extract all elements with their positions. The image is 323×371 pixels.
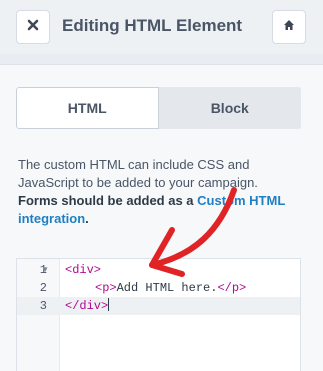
text-cursor (108, 298, 110, 311)
code-content: </div> (65, 297, 110, 315)
code-content: <div> (65, 261, 101, 279)
header-title: Editing HTML Element (62, 16, 243, 35)
description-bold: Forms should be added as a (18, 193, 194, 208)
tab-html[interactable]: HTML (16, 87, 159, 129)
code-line[interactable]: 2 <p>Add HTML here.</p> (17, 279, 300, 297)
tab-block[interactable]: Block (158, 87, 301, 129)
code-tag: </p> (217, 281, 247, 295)
code-editor[interactable]: 1 ▾ <div> 2 <p>Add HTML here.</p> 3 </di… (16, 258, 301, 371)
editor-header: Editing HTML Element (0, 0, 323, 54)
close-icon (27, 18, 39, 36)
code-text: Add HTML here. (116, 281, 218, 295)
code-line-active[interactable]: 3 </div> (17, 297, 300, 315)
code-line[interactable]: 1 ▾ <div> (17, 261, 300, 279)
fold-arrow-icon[interactable]: ▾ (43, 261, 48, 279)
mode-tabs: HTML Block (16, 87, 301, 129)
element-settings-panel: HTML Block The custom HTML can include C… (0, 64, 323, 371)
description-line2: JavaScript to be added to your campaign. (18, 175, 258, 190)
line-number: 3 (39, 299, 47, 313)
code-tag: <div> (65, 263, 102, 277)
close-button[interactable] (16, 10, 50, 44)
description-text: The custom HTML can include CSS and Java… (18, 156, 288, 228)
description-line1: The custom HTML can include CSS and (18, 157, 250, 172)
code-tag: </div> (65, 299, 109, 313)
code-content: <p>Add HTML here.</p> (95, 279, 246, 297)
description-end: . (85, 211, 89, 226)
home-button[interactable] (272, 10, 306, 44)
code-tag: <p> (95, 281, 117, 295)
line-number: 2 (39, 281, 47, 295)
home-icon (283, 18, 295, 36)
